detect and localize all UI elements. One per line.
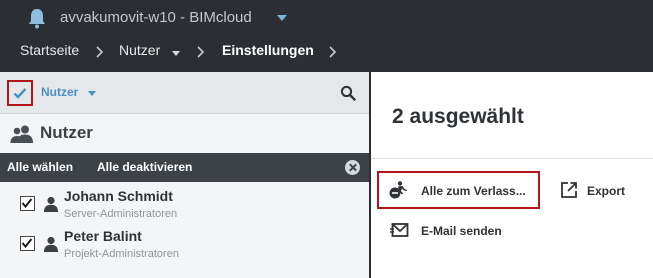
chevron-down-icon[interactable] — [277, 15, 287, 21]
person-icon — [44, 196, 58, 212]
user-name: Peter Balint — [64, 228, 142, 244]
details-panel: 2 ausgewählt Alle zum Verlass... Export … — [371, 72, 653, 278]
chevron-down-icon[interactable] — [172, 51, 180, 56]
list-item[interactable]: Johann Schmidt Server-Administratoren — [0, 184, 369, 224]
filter-bar: Nutzer — [0, 72, 369, 114]
user-checkbox[interactable] — [20, 196, 35, 211]
leave-all-label: Alle zum Verlass... — [421, 184, 526, 198]
selection-count-title: 2 ausgewählt — [392, 105, 524, 128]
clear-selection-icon[interactable] — [345, 160, 360, 175]
breadcrumb-home[interactable]: Startseite — [20, 42, 79, 58]
users-panel: Nutzer Nutzer Alle wählen Alle deaktivie… — [0, 72, 369, 278]
email-icon — [390, 223, 409, 237]
breadcrumb-settings[interactable]: Einstellungen — [222, 42, 314, 58]
app-title[interactable]: avvakumovit-w10 - BIMcloud — [60, 9, 252, 26]
chevron-down-icon[interactable] — [88, 91, 96, 96]
export-label: Export — [587, 184, 626, 198]
title-row: avvakumovit-w10 - BIMcloud — [0, 0, 653, 36]
divider — [371, 158, 653, 159]
section-title: Nutzer — [40, 123, 93, 142]
top-header: avvakumovit-w10 - BIMcloud Startseite Nu… — [0, 0, 653, 72]
list-item[interactable]: Peter Balint Projekt-Administratoren — [0, 224, 369, 264]
user-checkbox[interactable] — [20, 236, 35, 251]
send-email-button[interactable]: E-Mail senden — [383, 212, 533, 248]
chevron-right-icon — [197, 46, 205, 58]
breadcrumb-users[interactable]: Nutzer — [119, 42, 160, 58]
search-icon[interactable] — [340, 85, 356, 101]
chevron-right-icon — [96, 46, 104, 58]
checkmark-icon — [21, 198, 33, 209]
leave-all-button[interactable]: Alle zum Verlass... — [377, 171, 540, 209]
selection-bar: Alle wählen Alle deaktivieren — [0, 153, 369, 182]
user-name: Johann Schmidt — [64, 188, 173, 204]
users-group-icon — [10, 125, 33, 143]
checkmark-icon — [21, 238, 33, 249]
export-icon — [561, 182, 577, 198]
user-role: Projekt-Administratoren — [64, 248, 179, 260]
export-button[interactable]: Export — [554, 171, 646, 209]
person-icon — [44, 236, 58, 252]
bell-icon[interactable] — [26, 7, 48, 29]
checkmark-icon — [13, 88, 27, 99]
leave-icon — [389, 181, 407, 199]
select-all-link[interactable]: Alle wählen — [7, 160, 73, 174]
user-role: Server-Administratoren — [64, 208, 178, 220]
deselect-all-link[interactable]: Alle deaktivieren — [97, 160, 192, 174]
chevron-right-icon — [329, 46, 337, 58]
selection-mode-toggle[interactable] — [7, 80, 33, 106]
send-email-label: E-Mail senden — [421, 224, 502, 238]
section-header: Nutzer — [0, 115, 369, 153]
filter-dropdown[interactable]: Nutzer — [41, 85, 78, 99]
user-list: Johann Schmidt Server-Administratoren Pe… — [0, 182, 369, 278]
breadcrumb: Startseite Nutzer Einstellungen — [0, 36, 653, 72]
